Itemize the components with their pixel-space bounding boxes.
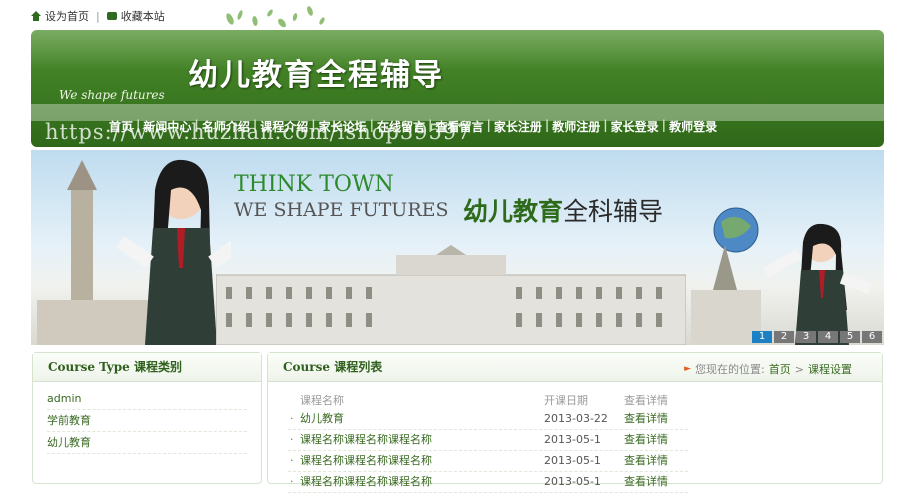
nav-item[interactable]: 教师注册 [552, 118, 600, 135]
course-type-list: admin 学前教育 幼儿教育 [33, 382, 261, 460]
header-gloss [31, 30, 884, 70]
breadcrumb-current[interactable]: 课程设置 [808, 361, 852, 377]
nav-separator: | [544, 118, 550, 132]
left-student-illustration [37, 159, 231, 345]
course-date: 2013-05-1 [544, 433, 601, 446]
course-table-body: 幼儿教育2013-03-22查看详情课程名称课程名称课程名称2013-05-1查… [288, 409, 688, 493]
course-type-title-cn: 课程类别 [133, 360, 182, 374]
banner-pager: 123456 [752, 331, 882, 343]
course-date: 2013-05-1 [544, 475, 601, 488]
banner-page-button[interactable]: 5 [840, 331, 860, 343]
view-details-link[interactable]: 查看详情 [624, 451, 684, 471]
top-bar: 设为首页 | 收藏本站 [0, 0, 900, 30]
view-details-link[interactable]: 查看详情 [624, 472, 684, 492]
banner-title-cn: 幼儿教育全科辅导 [463, 192, 663, 228]
course-type-item[interactable]: admin [47, 388, 247, 410]
column-view: 查看详情 [624, 394, 668, 407]
course-list-title-cn: 课程列表 [334, 360, 383, 374]
breadcrumb-home[interactable]: 首页 [769, 361, 791, 377]
course-date: 2013-03-22 [544, 412, 608, 425]
course-list-title-en: Course [283, 360, 330, 374]
course-list-panel: Course 课程列表 ► 您现在的位置: 首页 > 课程设置 课程名称 开课日… [267, 352, 883, 493]
watermark-text: https://www.huzhan.com/ishop39597 [45, 120, 472, 144]
banner-title-en-1: THINK TOWN [234, 172, 394, 197]
banner-page-button[interactable]: 1 [752, 331, 772, 343]
course-row: 幼儿教育2013-03-22 查看详情 [288, 409, 688, 430]
course-name-link[interactable]: 课程名称课程名称课程名称 [288, 430, 544, 450]
course-row: 课程名称课程名称课程名称2013-05-1 查看详情 [288, 472, 688, 493]
course-name-link[interactable]: 课程名称课程名称课程名称 [288, 451, 544, 471]
breadcrumb: ► 您现在的位置: 首页 > 课程设置 [684, 361, 852, 377]
banner-title-cn-rest: 全科辅导 [563, 197, 664, 226]
course-date: 2013-05-1 [544, 454, 601, 467]
banner-page-button[interactable]: 6 [862, 331, 882, 343]
nav-separator: | [603, 118, 608, 132]
banner-page-button[interactable]: 2 [774, 331, 794, 343]
breadcrumb-prefix: 您现在的位置: [695, 363, 765, 376]
course-type-panel: Course Type 课程类别 admin 学前教育 幼儿教育 [32, 352, 262, 484]
bookmark-icon [106, 12, 117, 20]
course-type-item[interactable]: 学前教育 [47, 410, 247, 432]
course-table-header: 课程名称 开课日期 查看详情 [288, 393, 688, 409]
course-type-title-en: Course Type [48, 360, 130, 374]
course-row: 课程名称课程名称课程名称2013-05-1 查看详情 [288, 451, 688, 472]
banner-page-button[interactable]: 4 [818, 331, 838, 343]
banner-title-cn-bold: 幼儿教育 [463, 197, 564, 226]
nav-separator: | [661, 118, 667, 132]
course-type-header: Course Type 课程类别 [33, 353, 261, 382]
add-favorite-link[interactable]: 收藏本站 [121, 8, 165, 24]
site-logo[interactable]: 幼儿教育全程辅导 [188, 50, 444, 94]
set-home-link[interactable]: 设为首页 [45, 8, 89, 24]
right-student-illustration [691, 207, 872, 345]
site-slogan: We shape futures [59, 88, 165, 102]
top-links: 设为首页 | 收藏本站 [31, 8, 165, 24]
home-icon [31, 11, 41, 21]
banner-page-button[interactable]: 3 [796, 331, 816, 343]
banner-title-en-2: WE SHAPE FUTURES [234, 199, 449, 221]
course-table: 课程名称 开课日期 查看详情 幼儿教育2013-03-22查看详情课程名称课程名… [288, 393, 688, 493]
column-date: 开课日期 [544, 394, 588, 407]
breadcrumb-arrow-icon: ► [684, 364, 692, 374]
nav-item[interactable]: 教师登录 [669, 118, 717, 135]
course-name-link[interactable]: 课程名称课程名称课程名称 [288, 472, 544, 492]
breadcrumb-separator: > [794, 362, 804, 376]
nav-item[interactable]: 家长登录 [611, 118, 659, 135]
nav-separator: | [486, 118, 491, 132]
course-row: 课程名称课程名称课程名称2013-05-1 查看详情 [288, 430, 688, 451]
leaves-decoration [226, 6, 325, 28]
view-details-link[interactable]: 查看详情 [624, 409, 684, 429]
course-type-item[interactable]: 幼儿教育 [47, 432, 247, 454]
view-details-link[interactable]: 查看详情 [624, 430, 684, 450]
top-divider: | [96, 9, 100, 23]
column-name: 课程名称 [300, 394, 344, 407]
course-name-link[interactable]: 幼儿教育 [288, 409, 544, 429]
nav-item[interactable]: 家长注册 [494, 118, 542, 135]
hero-banner: THINK TOWN WE SHAPE FUTURES 幼儿教育全科辅导 1 2… [31, 150, 884, 345]
palace-illustration [216, 245, 686, 345]
